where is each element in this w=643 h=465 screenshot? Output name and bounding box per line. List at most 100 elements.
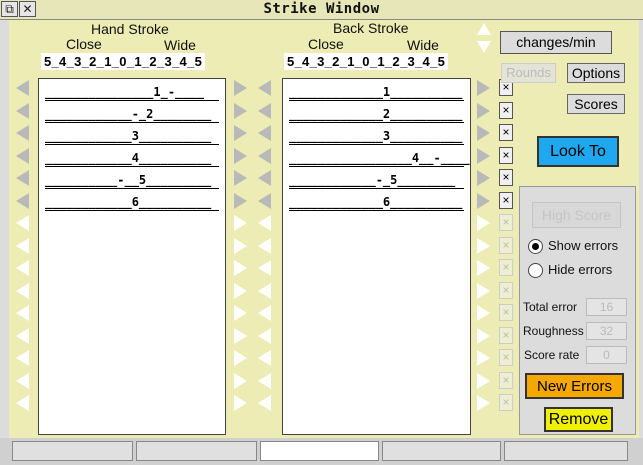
delete-row-x-icon[interactable]: × <box>499 304 513 321</box>
back-row-1: _____________1__________ <box>289 85 464 101</box>
delete-row-x-icon[interactable]: × <box>499 372 513 389</box>
back-row-right-arrow-icon[interactable] <box>477 80 490 96</box>
delete-row-x-icon[interactable]: × <box>499 327 513 344</box>
status-pane-4 <box>382 441 501 461</box>
back-row-right-arrow-icon[interactable] <box>477 373 490 389</box>
options-button[interactable]: Options <box>567 63 625 83</box>
back-row-right-arrow-icon[interactable] <box>477 305 490 321</box>
back-row-left-arrow-icon[interactable] <box>258 103 271 119</box>
hand-row-left-arrow-icon[interactable] <box>16 328 29 344</box>
hand-row-left-arrow-icon[interactable] <box>16 215 29 231</box>
back-row-left-arrow-icon[interactable] <box>258 193 271 209</box>
delete-row-x-icon[interactable]: × <box>499 169 513 186</box>
back-row-left-arrow-icon[interactable] <box>258 283 271 299</box>
hand-row-right-arrow-icon[interactable] <box>234 80 247 96</box>
back-row-left-arrow-icon[interactable] <box>258 373 271 389</box>
delete-row-x-icon[interactable]: × <box>499 214 513 231</box>
hand-row-left-arrow-icon[interactable] <box>16 103 29 119</box>
delete-row-x-icon[interactable]: × <box>499 237 513 254</box>
hand-row-right-arrow-icon[interactable] <box>234 238 247 254</box>
hand-row-5: __________-__5_________ <box>45 174 219 189</box>
back-row-right-arrow-icon[interactable] <box>477 170 490 186</box>
back-row-left-arrow-icon[interactable] <box>258 80 271 96</box>
changes-per-min-field[interactable]: changes/min <box>500 31 612 54</box>
hand-row-left-arrow-icon[interactable] <box>16 350 29 366</box>
hand-row-right-arrow-icon[interactable] <box>234 193 247 209</box>
hand-row-right-arrow-icon[interactable] <box>234 215 247 231</box>
look-to-button[interactable]: Look To <box>537 136 619 167</box>
hand-row-left-arrow-icon[interactable] <box>16 125 29 141</box>
delete-row-x-icon[interactable]: × <box>499 259 513 276</box>
remove-button[interactable]: Remove <box>544 407 613 432</box>
back-row-left-arrow-icon[interactable] <box>258 238 271 254</box>
back-row-4: _________________4__-____ <box>289 151 470 167</box>
back-row-right-arrow-icon[interactable] <box>477 103 490 119</box>
hand-row-right-arrow-icon[interactable] <box>234 148 247 164</box>
hand-row-left-arrow-icon[interactable] <box>16 305 29 321</box>
roughness-label: Roughness <box>523 324 584 338</box>
hand-row-right-arrow-icon[interactable] <box>234 125 247 141</box>
hand-row-left-arrow-icon[interactable] <box>16 80 29 96</box>
back-row-right-arrow-icon[interactable] <box>477 350 490 366</box>
new-errors-button[interactable]: New Errors <box>525 373 624 399</box>
back-row-right-arrow-icon[interactable] <box>477 238 490 254</box>
hand-row-right-arrow-icon[interactable] <box>234 328 247 344</box>
hand-row-right-arrow-icon[interactable] <box>234 350 247 366</box>
hand-row-left-arrow-icon[interactable] <box>16 283 29 299</box>
hand-row-right-arrow-icon[interactable] <box>234 283 247 299</box>
back-row-right-arrow-icon[interactable] <box>477 193 490 209</box>
back-row-right-arrow-icon[interactable] <box>477 148 490 164</box>
hand-stroke-column[interactable]: _______________1_-____ ____________-_2__… <box>38 78 226 435</box>
back-row-right-arrow-icon[interactable] <box>477 283 490 299</box>
hand-row-right-arrow-icon[interactable] <box>234 305 247 321</box>
back-row-right-arrow-icon[interactable] <box>477 125 490 141</box>
hand-row-left-arrow-icon[interactable] <box>16 395 29 411</box>
delete-row-x-icon[interactable]: × <box>499 102 513 119</box>
back-row-2: _____________2__________ <box>289 107 464 123</box>
show-errors-radio[interactable] <box>528 239 543 254</box>
hide-errors-radio[interactable] <box>528 263 543 278</box>
down-arrow-icon[interactable] <box>477 41 491 53</box>
back-row-left-arrow-icon[interactable] <box>258 305 271 321</box>
delete-row-x-icon[interactable]: × <box>499 147 513 164</box>
delete-row-x-icon[interactable]: × <box>499 349 513 366</box>
hand-row-left-arrow-icon[interactable] <box>16 193 29 209</box>
hand-row-left-arrow-icon[interactable] <box>16 260 29 276</box>
hand-row-3: ____________3__________ <box>45 130 219 145</box>
back-row-left-arrow-icon[interactable] <box>258 125 271 141</box>
high-score-button[interactable]: High Score <box>532 202 621 228</box>
back-row-left-arrow-icon[interactable] <box>258 328 271 344</box>
back-row-left-arrow-icon[interactable] <box>258 148 271 164</box>
delete-row-x-icon[interactable]: × <box>499 192 513 209</box>
scores-button[interactable]: Scores <box>567 94 625 114</box>
back-row-left-arrow-icon[interactable] <box>258 215 271 231</box>
roughness-field: 32 <box>586 322 627 340</box>
delete-row-x-icon[interactable]: × <box>499 282 513 299</box>
back-row-left-arrow-icon[interactable] <box>258 170 271 186</box>
back-row-right-arrow-icon[interactable] <box>477 260 490 276</box>
hand-row-right-arrow-icon[interactable] <box>234 170 247 186</box>
hand-row-left-arrow-icon[interactable] <box>16 238 29 254</box>
hand-row-right-arrow-icon[interactable] <box>234 373 247 389</box>
hand-row-left-arrow-icon[interactable] <box>16 148 29 164</box>
hand-row-right-arrow-icon[interactable] <box>234 103 247 119</box>
hand-row-right-arrow-icon[interactable] <box>234 260 247 276</box>
back-row-left-arrow-icon[interactable] <box>258 395 271 411</box>
hand-row-right-arrow-icon[interactable] <box>234 395 247 411</box>
score-rate-field: 0 <box>586 346 627 364</box>
hand-row-left-arrow-icon[interactable] <box>16 373 29 389</box>
back-row-right-arrow-icon[interactable] <box>477 328 490 344</box>
rounds-button[interactable]: Rounds <box>501 63 556 83</box>
delete-row-x-icon[interactable]: × <box>499 394 513 411</box>
hand-row-left-arrow-icon[interactable] <box>16 170 29 186</box>
back-close-label: Close <box>308 36 344 52</box>
back-row-right-arrow-icon[interactable] <box>477 215 490 231</box>
delete-row-x-icon[interactable]: × <box>499 124 513 141</box>
back-row-left-arrow-icon[interactable] <box>258 350 271 366</box>
status-bar <box>0 438 643 465</box>
back-row-left-arrow-icon[interactable] <box>258 260 271 276</box>
status-pane-1 <box>12 441 133 461</box>
up-arrow-icon[interactable] <box>477 23 491 35</box>
back-stroke-column[interactable]: _____________1__________ _____________2_… <box>282 78 471 435</box>
back-row-right-arrow-icon[interactable] <box>477 395 490 411</box>
